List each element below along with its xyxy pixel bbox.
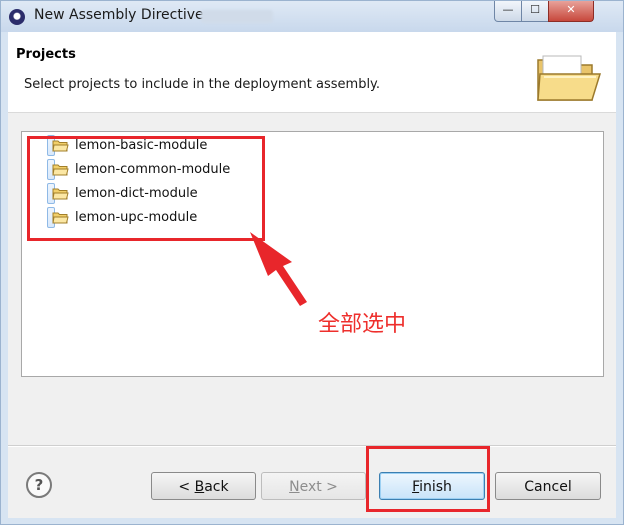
next-mnemonic: N [289, 479, 300, 495]
minimize-button[interactable]: — [494, 1, 522, 22]
window-title: New Assembly Directive [34, 7, 204, 23]
page-title: Projects [16, 47, 76, 62]
back-prefix: < [178, 479, 195, 495]
wizard-header: Projects Select projects to include in t… [8, 32, 616, 113]
cancel-button[interactable]: Cancel [495, 472, 601, 500]
annotation-note: 全部选中 [318, 312, 407, 337]
maximize-button[interactable]: ☐ [521, 1, 549, 22]
close-button[interactable]: ✕ [548, 1, 594, 22]
annotation-box-finish [366, 446, 490, 512]
title-bar[interactable]: New Assembly Directive — ☐ ✕ [1, 1, 623, 32]
help-button[interactable]: ? [26, 472, 52, 498]
dialog-client-area: Projects Select projects to include in t… [8, 32, 616, 518]
back-mnemonic: B [194, 479, 205, 495]
button-bar-divider-highlight [8, 446, 616, 447]
back-label-rest: ack [204, 479, 229, 495]
eclipse-icon [9, 9, 25, 25]
next-label-rest: ext > [299, 479, 338, 495]
dialog-window: New Assembly Directive — ☐ ✕ Projects Se… [0, 0, 624, 525]
back-button[interactable]: < Back [151, 472, 256, 500]
page-description: Select projects to include in the deploy… [24, 77, 381, 92]
folder-banner-icon [534, 50, 604, 104]
next-button[interactable]: Next > [261, 472, 366, 500]
annotation-box-projects [27, 136, 265, 241]
blurred-title-suffix [201, 10, 273, 23]
